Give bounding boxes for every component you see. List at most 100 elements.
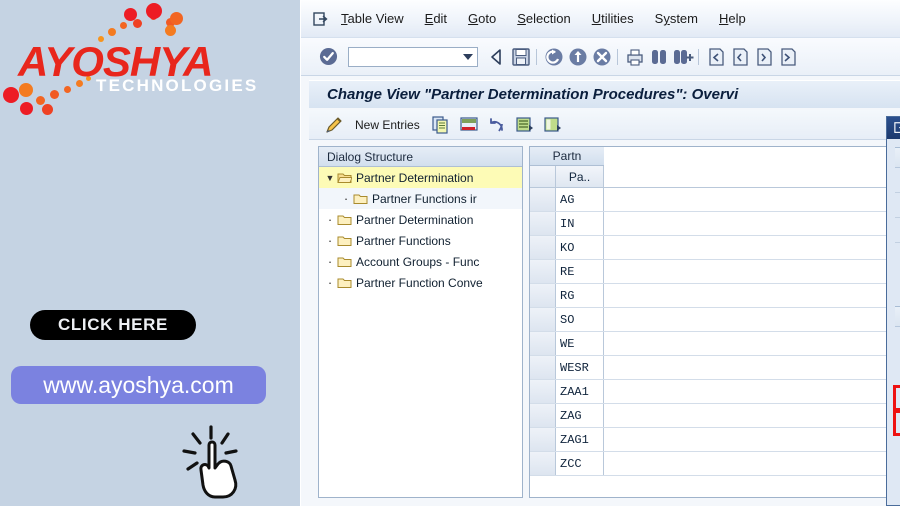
back-arrow-icon[interactable]	[486, 46, 508, 68]
application-toolbar: New Entries	[309, 110, 900, 140]
usage-data-group: Usage data Client 100 Previous User KRIS…	[895, 147, 900, 268]
table-row[interactable]: ZCC	[530, 452, 900, 476]
next-page-icon[interactable]	[753, 46, 775, 68]
tree-item-partner-determination-procedure[interactable]: ▼ Partner Determination	[319, 167, 522, 188]
row-select-cell[interactable]	[530, 284, 556, 307]
menu-item-table-view[interactable]: TTable Viewable View	[341, 11, 404, 26]
tree-item-partner-function-conversion[interactable]: · Partner Function Conve	[319, 272, 522, 293]
menu-item-goto[interactable]: Goto	[468, 11, 496, 26]
dialog-title-bar[interactable]: System: Status	[887, 117, 900, 139]
field-label-spacer	[895, 243, 900, 268]
logo-dot	[170, 12, 183, 25]
table-row[interactable]: IN	[530, 212, 900, 236]
tree-item-partner-functions-in-procedure[interactable]: · Partner Functions ir	[319, 188, 522, 209]
menu-item-system[interactable]: System	[655, 11, 698, 26]
tree-bullet-icon: ·	[343, 191, 349, 206]
exit-icon[interactable]	[567, 46, 589, 68]
logo-dot	[20, 102, 33, 115]
logo-dot	[165, 25, 176, 36]
cancel-icon[interactable]	[591, 46, 613, 68]
table-row[interactable]: ZAG1	[530, 428, 900, 452]
display-change-icon[interactable]	[323, 114, 345, 136]
table-row[interactable]: WESR	[530, 356, 900, 380]
field-row-language: Language EN System t	[895, 218, 900, 243]
menu-item-utilities[interactable]: Utilities	[592, 11, 634, 26]
print-icon[interactable]	[624, 46, 646, 68]
undo-icon[interactable]	[486, 114, 508, 136]
annotation-through-system-status: Through "System Status"	[887, 422, 900, 439]
table-row[interactable]: AG	[530, 188, 900, 212]
toolbar-separator	[536, 48, 537, 65]
logo-dot	[3, 87, 19, 103]
usage-data-header: Usage data	[895, 148, 900, 168]
page-title: Change View "Partner Determination Proce…	[327, 86, 739, 103]
save-icon[interactable]	[510, 46, 532, 68]
row-select-cell[interactable]	[530, 332, 556, 355]
partner-function-code[interactable]: RE	[556, 260, 604, 283]
partner-function-code[interactable]: IN	[556, 212, 604, 235]
row-select-cell[interactable]	[530, 380, 556, 403]
row-select-cell[interactable]	[530, 356, 556, 379]
row-select-cell[interactable]	[530, 428, 556, 451]
copy-icon[interactable]	[430, 114, 452, 136]
table-row[interactable]: KO	[530, 236, 900, 260]
tree-item-partner-functions[interactable]: · Partner Functions	[319, 230, 522, 251]
window-export-icon	[313, 11, 328, 26]
new-entries-button[interactable]: New Entries	[355, 118, 420, 132]
partner-function-code[interactable]: RG	[556, 284, 604, 307]
partner-function-code[interactable]: SO	[556, 308, 604, 331]
logo-dot	[120, 22, 127, 29]
tree-bullet-icon: ·	[327, 254, 333, 269]
last-page-icon[interactable]	[777, 46, 799, 68]
partner-function-code[interactable]: ZAG	[556, 404, 604, 427]
select-all-icon[interactable]	[514, 114, 536, 136]
field-label-language: Language	[895, 218, 900, 243]
command-history-arrow-icon[interactable]	[463, 53, 473, 60]
tree-item-label: Partner Functions ir	[372, 191, 477, 206]
website-url-link[interactable]: www.ayoshya.com	[11, 366, 266, 404]
expand-collapse-icon[interactable]: ▼	[323, 173, 337, 183]
row-select-cell[interactable]	[530, 404, 556, 427]
tree-item-label: Account Groups - Func	[356, 254, 480, 269]
table-header-row: Pa..	[530, 166, 900, 188]
command-field[interactable]	[348, 46, 478, 67]
partner-function-code[interactable]: AG	[556, 188, 604, 211]
partner-function-code[interactable]: WESR	[556, 356, 604, 379]
table-row[interactable]: SO	[530, 308, 900, 332]
dialog-structure-panel: Dialog Structure ▼ Partner Determination…	[318, 146, 523, 498]
find-icon[interactable]	[648, 46, 670, 68]
menu-item-edit[interactable]: Edit	[425, 11, 447, 26]
tree-bullet-icon: ·	[327, 212, 333, 227]
partner-function-code[interactable]: WE	[556, 332, 604, 355]
partner-function-code[interactable]: ZAA1	[556, 380, 604, 403]
enter-check-icon[interactable]	[319, 47, 338, 66]
table-row[interactable]: WE	[530, 332, 900, 356]
table-row[interactable]: ZAA1	[530, 380, 900, 404]
click-here-button[interactable]: CLICK HERE	[30, 310, 196, 340]
partner-function-code[interactable]: ZAG1	[556, 428, 604, 451]
row-select-cell[interactable]	[530, 212, 556, 235]
ayoshya-logo: AYOSHYA TECHNOLOGIES	[0, 0, 300, 140]
row-select-cell[interactable]	[530, 260, 556, 283]
table-row[interactable]: RE	[530, 260, 900, 284]
back-icon[interactable]	[543, 46, 565, 68]
tree-item-partner-determination-2[interactable]: · Partner Determination	[319, 209, 522, 230]
tree-item-account-groups-functions[interactable]: · Account Groups - Func	[319, 251, 522, 272]
partner-function-code[interactable]: ZCC	[556, 452, 604, 475]
find-next-icon[interactable]	[672, 46, 694, 68]
deselect-all-icon[interactable]	[542, 114, 564, 136]
row-select-cell[interactable]	[530, 308, 556, 331]
row-select-cell[interactable]	[530, 236, 556, 259]
folder-icon	[337, 278, 352, 288]
row-select-cell[interactable]	[530, 452, 556, 475]
partner-function-code[interactable]: KO	[556, 236, 604, 259]
table-row[interactable]: ZAG	[530, 404, 900, 428]
table-row[interactable]: RG	[530, 284, 900, 308]
menu-item-selection[interactable]: Selection	[517, 11, 570, 26]
system-status-dialog: System: Status Usage data Client 100 Pre…	[886, 116, 900, 506]
row-select-cell[interactable]	[530, 188, 556, 211]
menu-item-help[interactable]: Help	[719, 11, 746, 26]
delete-icon[interactable]	[458, 114, 480, 136]
previous-page-icon[interactable]	[729, 46, 751, 68]
first-page-icon[interactable]	[705, 46, 727, 68]
